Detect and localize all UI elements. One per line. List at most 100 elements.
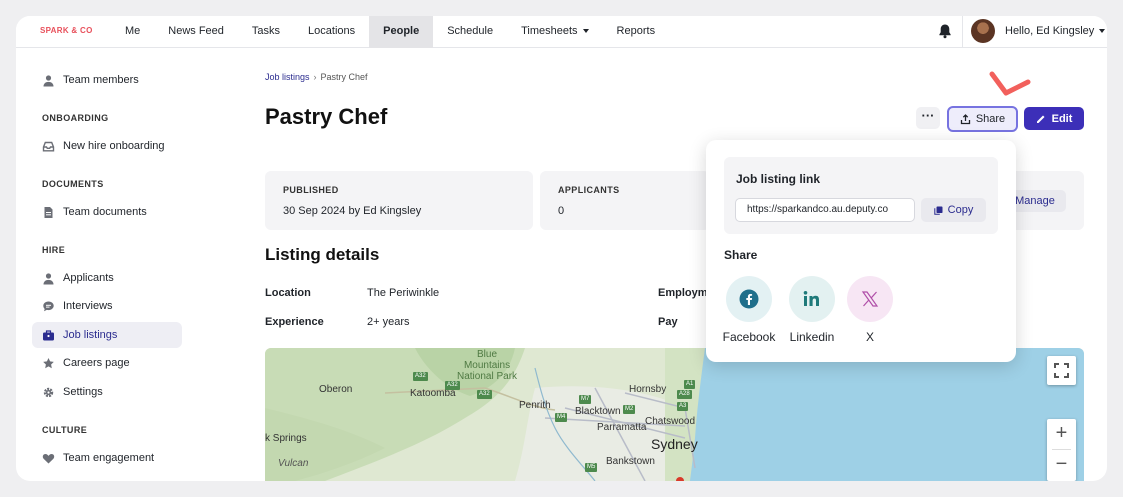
- sidebar-item-label: Team engagement: [63, 452, 155, 464]
- share-button[interactable]: Share: [947, 106, 1018, 132]
- map-label-oberon: Oberon: [319, 384, 353, 395]
- zoom-control: + −: [1047, 419, 1076, 481]
- top-nav: SPARK & CO Me News Feed Tasks Locations …: [16, 16, 1107, 48]
- job-listing-link-field[interactable]: https://sparkandco.au.deputy.co: [735, 198, 915, 222]
- road-shield: A1: [684, 380, 696, 389]
- nav-divider: [962, 16, 963, 48]
- copy-label: Copy: [947, 204, 974, 216]
- map-label-parramatta: Parramatta: [597, 422, 647, 433]
- map-label-k-springs: k Springs: [265, 433, 307, 444]
- user-menu[interactable]: Hello, Ed Kingsley: [1005, 16, 1106, 47]
- facebook-share-button[interactable]: [726, 276, 772, 322]
- road-shield: A32: [445, 381, 460, 390]
- chevron-right-icon: ›: [313, 72, 317, 82]
- sidebar-item-new-hire-onboarding[interactable]: New hire onboarding: [32, 133, 182, 159]
- sidebar-heading-onboarding: ONBOARDING: [42, 113, 109, 123]
- chevron-down-icon: [582, 29, 589, 34]
- edit-button[interactable]: Edit: [1024, 107, 1084, 130]
- more-options-button[interactable]: ···: [916, 107, 940, 129]
- sidebar-item-label: New hire onboarding: [63, 140, 165, 152]
- nav-links: Me News Feed Tasks Locations People Sche…: [111, 16, 669, 48]
- nav-timesheets-label: Timesheets: [521, 25, 578, 37]
- sidebar-item-applicants[interactable]: Applicants: [32, 265, 182, 291]
- applicants-card: APPLICANTS 0: [540, 171, 710, 230]
- road-shield: M2: [623, 405, 636, 414]
- nav-tasks[interactable]: Tasks: [238, 16, 294, 48]
- sidebar-item-label: Applicants: [63, 272, 114, 284]
- facebook-icon: [739, 289, 759, 309]
- nav-reports[interactable]: Reports: [603, 16, 670, 48]
- x-share-button[interactable]: [847, 276, 893, 322]
- pay-label: Pay: [658, 316, 678, 328]
- road-shield: A32: [477, 390, 492, 399]
- road-shield: A3: [677, 402, 689, 411]
- map-label-chatswood: Chatswood: [645, 416, 696, 427]
- fullscreen-button[interactable]: [1047, 356, 1076, 385]
- linkedin-share-button[interactable]: [789, 276, 835, 322]
- applicants-value: 0: [558, 205, 565, 217]
- sidebar-item-label: Team documents: [63, 206, 147, 218]
- published-value: 30 Sep 2024 by Ed Kingsley: [283, 205, 422, 217]
- map-terrain: [265, 348, 1084, 481]
- sidebar-item-label: Interviews: [63, 300, 113, 312]
- share-icon: [960, 113, 970, 124]
- map-label-blacktown: Blacktown: [575, 406, 621, 417]
- location-map[interactable]: Blue Mountains National Park Oberon Katoom…: [265, 348, 1084, 481]
- sidebar-heading-hire: HIRE: [42, 245, 66, 255]
- nav-news-feed[interactable]: News Feed: [154, 16, 238, 48]
- sidebar-item-careers-page[interactable]: Careers page: [32, 350, 182, 376]
- job-listing-link-panel: Job listing link https://sparkandco.au.d…: [724, 157, 998, 234]
- breadcrumb-current: Pastry Chef: [320, 72, 368, 82]
- greeting-text: Hello, Ed Kingsley: [1005, 25, 1095, 37]
- location-label: Location: [265, 287, 311, 299]
- facebook-label: Facebook: [722, 330, 776, 344]
- sidebar-item-label: Team members: [63, 74, 139, 86]
- map-label-vulcan: Vulcan: [278, 458, 309, 469]
- zoom-in-button[interactable]: +: [1047, 419, 1076, 449]
- road-shield: M5: [585, 463, 598, 472]
- nav-people[interactable]: People: [369, 16, 434, 48]
- nav-timesheets[interactable]: Timesheets: [507, 16, 602, 48]
- road-shield: A28: [677, 390, 692, 399]
- nav-locations[interactable]: Locations: [294, 16, 369, 48]
- document-icon: [44, 206, 53, 218]
- map-label-penrith: Penrith: [519, 400, 551, 411]
- listing-details-heading: Listing details: [265, 245, 380, 264]
- published-label: PUBLISHED: [283, 185, 339, 195]
- copy-link-button[interactable]: Copy: [921, 198, 986, 222]
- sidebar-item-label: Careers page: [63, 357, 130, 369]
- chevron-down-icon: [1099, 29, 1106, 34]
- person-icon: [43, 74, 54, 86]
- breadcrumb: Job listings › Pastry Chef: [265, 72, 368, 82]
- map-label-bankstown: Bankstown: [606, 456, 655, 467]
- sidebar-item-label: Job listings: [63, 329, 118, 341]
- nav-schedule[interactable]: Schedule: [433, 16, 507, 48]
- share-heading: Share: [724, 248, 758, 262]
- share-popover: Job listing link https://sparkandco.au.d…: [706, 140, 1016, 362]
- bell-icon[interactable]: [936, 22, 954, 40]
- chat-icon: [43, 301, 54, 311]
- map-label-sydney: Sydney: [651, 436, 698, 452]
- annotation-check-icon: [989, 71, 1031, 96]
- briefcase-icon: [43, 329, 54, 340]
- employment-label: Employm: [658, 287, 708, 299]
- breadcrumb-link-job-listings[interactable]: Job listings: [265, 72, 310, 82]
- inbox-icon: [42, 141, 55, 151]
- nav-me[interactable]: Me: [111, 16, 154, 48]
- sidebar-item-team-documents[interactable]: Team documents: [32, 199, 182, 225]
- sidebar-item-job-listings[interactable]: Job listings: [32, 322, 182, 348]
- sidebar-item-team-members[interactable]: Team members: [32, 67, 182, 93]
- zoom-out-button[interactable]: −: [1047, 450, 1076, 480]
- person-icon: [43, 272, 54, 284]
- avatar[interactable]: [971, 19, 995, 43]
- sidebar-heading-culture: CULTURE: [42, 425, 88, 435]
- sidebar-item-settings[interactable]: Settings: [32, 379, 182, 405]
- sidebar-item-team-engagement[interactable]: Team engagement: [32, 445, 182, 471]
- road-shield: A32: [413, 372, 428, 381]
- sidebar-item-interviews[interactable]: Interviews: [32, 293, 182, 319]
- x-label: X: [865, 330, 874, 344]
- road-shield: M7: [579, 395, 592, 404]
- pencil-icon: [1036, 115, 1045, 123]
- edit-button-label: Edit: [1051, 112, 1073, 125]
- brand-logo[interactable]: SPARK & CO: [40, 26, 93, 35]
